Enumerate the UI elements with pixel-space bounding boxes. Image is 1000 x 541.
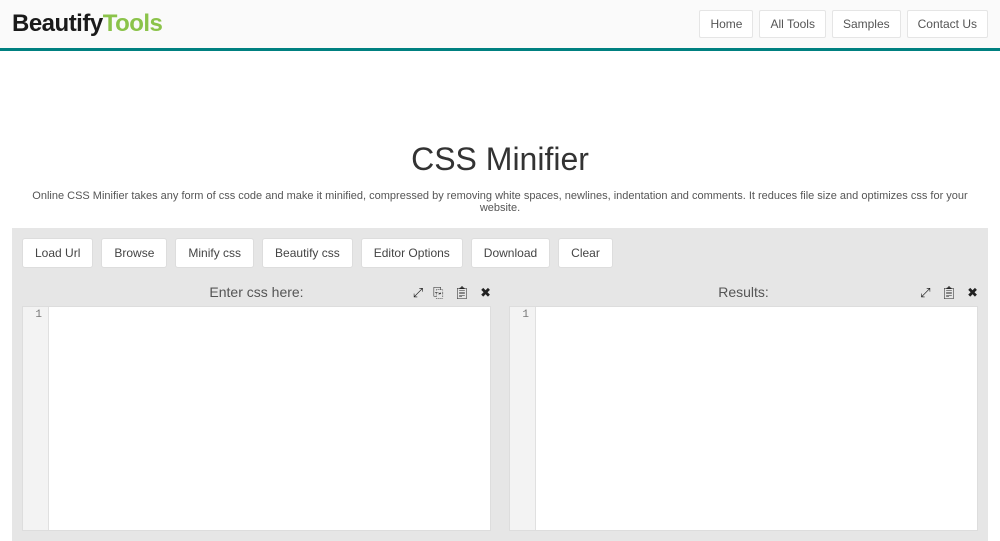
nav-contact[interactable]: Contact Us: [907, 10, 988, 38]
input-panel-icons: ⤢ ⎘ 📋︎ ✖: [413, 286, 491, 299]
close-icon[interactable]: ✖: [480, 286, 491, 299]
browse-button[interactable]: Browse: [101, 238, 167, 268]
output-panel-title: Results:: [718, 284, 769, 300]
download-button[interactable]: Download: [471, 238, 550, 268]
output-panel-header: Results: ⤢ 📋︎ ✖: [509, 280, 978, 306]
nav: Home All Tools Samples Contact Us: [699, 10, 988, 38]
logo-right: Tools: [103, 10, 163, 37]
header: BeautifyTools Home All Tools Samples Con…: [0, 0, 1000, 51]
panels: Enter css here: ⤢ ⎘ 📋︎ ✖ 1 Results: ⤢ 📋︎: [22, 280, 978, 531]
paste-icon[interactable]: 📋︎: [454, 286, 471, 299]
copy-icon[interactable]: ⎘: [433, 286, 443, 299]
close-icon[interactable]: ✖: [967, 286, 978, 299]
tool-area: Load Url Browse Minify css Beautify css …: [12, 228, 988, 541]
load-url-button[interactable]: Load Url: [22, 238, 93, 268]
output-gutter: 1: [510, 307, 536, 530]
input-panel: Enter css here: ⤢ ⎘ 📋︎ ✖ 1: [22, 280, 491, 531]
output-code-area[interactable]: [536, 307, 977, 530]
paste-icon[interactable]: 📋︎: [941, 286, 958, 299]
logo[interactable]: BeautifyTools: [12, 10, 162, 38]
input-panel-header: Enter css here: ⤢ ⎘ 📋︎ ✖: [22, 280, 491, 306]
beautify-button[interactable]: Beautify css: [262, 238, 353, 268]
output-editor[interactable]: 1: [509, 306, 978, 531]
page-title: CSS Minifier: [0, 141, 1000, 178]
input-panel-title: Enter css here:: [209, 284, 303, 300]
page-description: Online CSS Minifier takes any form of cs…: [0, 190, 1000, 214]
input-code-area[interactable]: [49, 307, 490, 530]
nav-all-tools[interactable]: All Tools: [759, 10, 825, 38]
logo-left: Beautify: [12, 10, 103, 37]
clear-button[interactable]: Clear: [558, 238, 613, 268]
nav-home[interactable]: Home: [699, 10, 753, 38]
input-editor[interactable]: 1: [22, 306, 491, 531]
minify-button[interactable]: Minify css: [175, 238, 254, 268]
expand-icon[interactable]: ⤢: [920, 286, 930, 299]
toolbar: Load Url Browse Minify css Beautify css …: [22, 238, 978, 268]
expand-icon[interactable]: ⤢: [413, 286, 423, 299]
output-panel: Results: ⤢ 📋︎ ✖ 1: [509, 280, 978, 531]
nav-samples[interactable]: Samples: [832, 10, 901, 38]
input-gutter: 1: [23, 307, 49, 530]
output-panel-icons: ⤢ 📋︎ ✖: [920, 286, 978, 299]
editor-options-button[interactable]: Editor Options: [361, 238, 463, 268]
